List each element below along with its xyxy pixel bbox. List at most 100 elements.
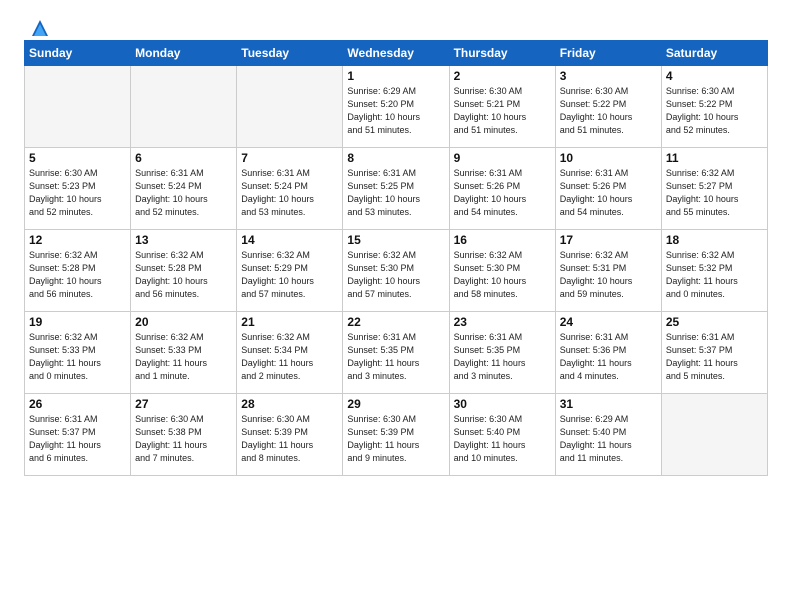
logo-icon xyxy=(26,18,48,38)
cell-info: Sunrise: 6:31 AM Sunset: 5:24 PM Dayligh… xyxy=(241,167,338,219)
cell-info: Sunrise: 6:30 AM Sunset: 5:21 PM Dayligh… xyxy=(454,85,551,137)
logo xyxy=(24,18,48,34)
calendar-cell: 1 Sunrise: 6:29 AM Sunset: 5:20 PM Daylig… xyxy=(343,66,449,148)
calendar-cell: 11 Sunrise: 6:32 AM Sunset: 5:27 PM Dayli… xyxy=(661,148,767,230)
calendar-cell: 21Sunrise: 6:32 AM Sunset: 5:34 PM Dayli… xyxy=(237,312,343,394)
cell-info: Sunrise: 6:31 AM Sunset: 5:26 PM Dayligh… xyxy=(454,167,551,219)
col-header-sunday: Sunday xyxy=(25,41,131,66)
calendar-cell: 10 Sunrise: 6:31 AM Sunset: 5:26 PM Dayli… xyxy=(555,148,661,230)
day-number: 7 xyxy=(241,151,338,165)
day-number: 15 xyxy=(347,233,444,247)
calendar-week-5: 26Sunrise: 6:31 AM Sunset: 5:37 PM Dayli… xyxy=(25,394,768,476)
calendar-cell: 3Sunrise: 6:30 AM Sunset: 5:22 PM Daylig… xyxy=(555,66,661,148)
cell-info: Sunrise: 6:31 AM Sunset: 5:26 PM Dayligh… xyxy=(560,167,657,219)
calendar-cell: 14 Sunrise: 6:32 AM Sunset: 5:29 PM Dayli… xyxy=(237,230,343,312)
calendar-cell: 25 Sunrise: 6:31 AM Sunset: 5:37 PM Dayli… xyxy=(661,312,767,394)
cell-info: Sunrise: 6:30 AM Sunset: 5:22 PM Dayligh… xyxy=(560,85,657,137)
day-number: 25 xyxy=(666,315,763,329)
day-number: 27 xyxy=(135,397,232,411)
day-number: 26 xyxy=(29,397,126,411)
cell-info: Sunrise: 6:32 AM Sunset: 5:30 PM Dayligh… xyxy=(347,249,444,301)
cell-info: Sunrise: 6:32 AM Sunset: 5:30 PM Dayligh… xyxy=(454,249,551,301)
day-number: 29 xyxy=(347,397,444,411)
col-header-thursday: Thursday xyxy=(449,41,555,66)
cell-info: Sunrise: 6:32 AM Sunset: 5:28 PM Dayligh… xyxy=(135,249,232,301)
calendar-cell: 5 Sunrise: 6:30 AM Sunset: 5:23 PM Daylig… xyxy=(25,148,131,230)
calendar-week-2: 5 Sunrise: 6:30 AM Sunset: 5:23 PM Daylig… xyxy=(25,148,768,230)
day-number: 8 xyxy=(347,151,444,165)
calendar-cell xyxy=(237,66,343,148)
calendar-table: SundayMondayTuesdayWednesdayThursdayFrid… xyxy=(24,40,768,476)
day-number: 5 xyxy=(29,151,126,165)
day-number: 30 xyxy=(454,397,551,411)
calendar-cell: 22Sunrise: 6:31 AM Sunset: 5:35 PM Dayli… xyxy=(343,312,449,394)
calendar-cell xyxy=(25,66,131,148)
calendar-cell: 17 Sunrise: 6:32 AM Sunset: 5:31 PM Dayli… xyxy=(555,230,661,312)
day-number: 11 xyxy=(666,151,763,165)
cell-info: Sunrise: 6:30 AM Sunset: 5:38 PM Dayligh… xyxy=(135,413,232,465)
calendar-cell: 16 Sunrise: 6:32 AM Sunset: 5:30 PM Dayli… xyxy=(449,230,555,312)
cell-info: Sunrise: 6:30 AM Sunset: 5:23 PM Dayligh… xyxy=(29,167,126,219)
cell-info: Sunrise: 6:31 AM Sunset: 5:36 PM Dayligh… xyxy=(560,331,657,383)
calendar-cell xyxy=(131,66,237,148)
calendar-header-row: SundayMondayTuesdayWednesdayThursdayFrid… xyxy=(25,41,768,66)
cell-info: Sunrise: 6:32 AM Sunset: 5:27 PM Dayligh… xyxy=(666,167,763,219)
day-number: 18 xyxy=(666,233,763,247)
page: SundayMondayTuesdayWednesdayThursdayFrid… xyxy=(0,0,792,612)
cell-info: Sunrise: 6:31 AM Sunset: 5:25 PM Dayligh… xyxy=(347,167,444,219)
calendar-week-4: 19 Sunrise: 6:32 AM Sunset: 5:33 PM Dayli… xyxy=(25,312,768,394)
cell-info: Sunrise: 6:32 AM Sunset: 5:31 PM Dayligh… xyxy=(560,249,657,301)
day-number: 10 xyxy=(560,151,657,165)
calendar-cell: 4 Sunrise: 6:30 AM Sunset: 5:22 PM Daylig… xyxy=(661,66,767,148)
day-number: 12 xyxy=(29,233,126,247)
calendar-cell: 6Sunrise: 6:31 AM Sunset: 5:24 PM Daylig… xyxy=(131,148,237,230)
calendar-cell: 19 Sunrise: 6:32 AM Sunset: 5:33 PM Dayli… xyxy=(25,312,131,394)
calendar-cell: 18 Sunrise: 6:32 AM Sunset: 5:32 PM Dayli… xyxy=(661,230,767,312)
cell-info: Sunrise: 6:31 AM Sunset: 5:35 PM Dayligh… xyxy=(454,331,551,383)
day-number: 23 xyxy=(454,315,551,329)
calendar-cell: 28 Sunrise: 6:30 AM Sunset: 5:39 PM Dayli… xyxy=(237,394,343,476)
day-number: 6 xyxy=(135,151,232,165)
day-number: 14 xyxy=(241,233,338,247)
cell-info: Sunrise: 6:32 AM Sunset: 5:29 PM Dayligh… xyxy=(241,249,338,301)
cell-info: Sunrise: 6:29 AM Sunset: 5:20 PM Dayligh… xyxy=(347,85,444,137)
day-number: 9 xyxy=(454,151,551,165)
calendar-cell: 12 Sunrise: 6:32 AM Sunset: 5:28 PM Dayli… xyxy=(25,230,131,312)
day-number: 31 xyxy=(560,397,657,411)
calendar-week-3: 12 Sunrise: 6:32 AM Sunset: 5:28 PM Dayli… xyxy=(25,230,768,312)
calendar-cell: 31 Sunrise: 6:29 AM Sunset: 5:40 PM Dayli… xyxy=(555,394,661,476)
calendar-cell: 20Sunrise: 6:32 AM Sunset: 5:33 PM Dayli… xyxy=(131,312,237,394)
cell-info: Sunrise: 6:31 AM Sunset: 5:37 PM Dayligh… xyxy=(666,331,763,383)
day-number: 1 xyxy=(347,69,444,83)
cell-info: Sunrise: 6:32 AM Sunset: 5:32 PM Dayligh… xyxy=(666,249,763,301)
day-number: 16 xyxy=(454,233,551,247)
calendar-cell: 2 Sunrise: 6:30 AM Sunset: 5:21 PM Daylig… xyxy=(449,66,555,148)
cell-info: Sunrise: 6:32 AM Sunset: 5:28 PM Dayligh… xyxy=(29,249,126,301)
cell-info: Sunrise: 6:30 AM Sunset: 5:40 PM Dayligh… xyxy=(454,413,551,465)
day-number: 20 xyxy=(135,315,232,329)
calendar-cell: 13 Sunrise: 6:32 AM Sunset: 5:28 PM Dayli… xyxy=(131,230,237,312)
calendar-cell: 29Sunrise: 6:30 AM Sunset: 5:39 PM Dayli… xyxy=(343,394,449,476)
cell-info: Sunrise: 6:30 AM Sunset: 5:22 PM Dayligh… xyxy=(666,85,763,137)
calendar-cell: 26Sunrise: 6:31 AM Sunset: 5:37 PM Dayli… xyxy=(25,394,131,476)
col-header-saturday: Saturday xyxy=(661,41,767,66)
col-header-tuesday: Tuesday xyxy=(237,41,343,66)
calendar-cell: 30 Sunrise: 6:30 AM Sunset: 5:40 PM Dayli… xyxy=(449,394,555,476)
calendar-cell: 15 Sunrise: 6:32 AM Sunset: 5:30 PM Dayli… xyxy=(343,230,449,312)
calendar-cell: 23 Sunrise: 6:31 AM Sunset: 5:35 PM Dayli… xyxy=(449,312,555,394)
calendar-cell: 7 Sunrise: 6:31 AM Sunset: 5:24 PM Daylig… xyxy=(237,148,343,230)
day-number: 13 xyxy=(135,233,232,247)
day-number: 4 xyxy=(666,69,763,83)
col-header-monday: Monday xyxy=(131,41,237,66)
day-number: 28 xyxy=(241,397,338,411)
cell-info: Sunrise: 6:30 AM Sunset: 5:39 PM Dayligh… xyxy=(241,413,338,465)
day-number: 17 xyxy=(560,233,657,247)
header xyxy=(24,18,768,34)
day-number: 2 xyxy=(454,69,551,83)
day-number: 19 xyxy=(29,315,126,329)
calendar-cell: 24Sunrise: 6:31 AM Sunset: 5:36 PM Dayli… xyxy=(555,312,661,394)
day-number: 22 xyxy=(347,315,444,329)
cell-info: Sunrise: 6:29 AM Sunset: 5:40 PM Dayligh… xyxy=(560,413,657,465)
cell-info: Sunrise: 6:32 AM Sunset: 5:33 PM Dayligh… xyxy=(29,331,126,383)
calendar-cell: 9 Sunrise: 6:31 AM Sunset: 5:26 PM Daylig… xyxy=(449,148,555,230)
